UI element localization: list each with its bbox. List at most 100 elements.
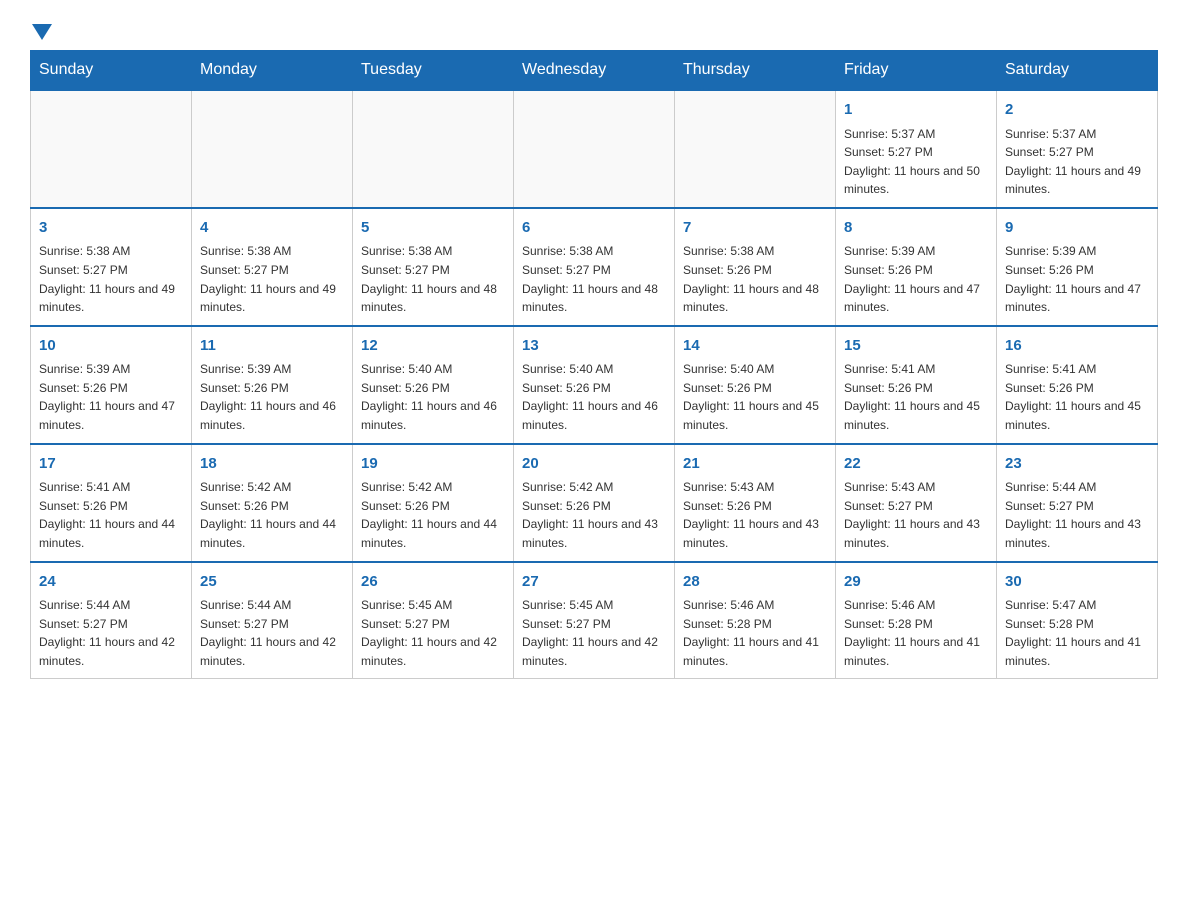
day-number: 23 — [1005, 453, 1149, 476]
week-row-2: 3Sunrise: 5:38 AMSunset: 5:27 PMDaylight… — [31, 208, 1158, 326]
day-info: Sunrise: 5:47 AMSunset: 5:28 PMDaylight:… — [1005, 596, 1149, 670]
calendar-cell — [514, 90, 675, 208]
calendar-cell: 16Sunrise: 5:41 AMSunset: 5:26 PMDayligh… — [997, 326, 1158, 444]
calendar-cell: 3Sunrise: 5:38 AMSunset: 5:27 PMDaylight… — [31, 208, 192, 326]
day-number: 14 — [683, 335, 827, 358]
day-number: 3 — [39, 217, 183, 240]
day-info: Sunrise: 5:37 AMSunset: 5:27 PMDaylight:… — [844, 125, 988, 199]
day-info: Sunrise: 5:38 AMSunset: 5:27 PMDaylight:… — [39, 242, 183, 316]
calendar-header-row: SundayMondayTuesdayWednesdayThursdayFrid… — [31, 51, 1158, 91]
day-number: 25 — [200, 571, 344, 594]
day-info: Sunrise: 5:41 AMSunset: 5:26 PMDaylight:… — [39, 478, 183, 552]
day-info: Sunrise: 5:45 AMSunset: 5:27 PMDaylight:… — [361, 596, 505, 670]
day-info: Sunrise: 5:40 AMSunset: 5:26 PMDaylight:… — [361, 360, 505, 434]
page-header — [30, 20, 1158, 40]
calendar-cell: 14Sunrise: 5:40 AMSunset: 5:26 PMDayligh… — [675, 326, 836, 444]
day-number: 22 — [844, 453, 988, 476]
calendar-cell: 27Sunrise: 5:45 AMSunset: 5:27 PMDayligh… — [514, 562, 675, 679]
week-row-4: 17Sunrise: 5:41 AMSunset: 5:26 PMDayligh… — [31, 444, 1158, 562]
logo-triangle-icon — [32, 24, 52, 40]
calendar-cell: 17Sunrise: 5:41 AMSunset: 5:26 PMDayligh… — [31, 444, 192, 562]
day-number: 27 — [522, 571, 666, 594]
calendar-cell: 9Sunrise: 5:39 AMSunset: 5:26 PMDaylight… — [997, 208, 1158, 326]
day-number: 12 — [361, 335, 505, 358]
calendar-cell: 11Sunrise: 5:39 AMSunset: 5:26 PMDayligh… — [192, 326, 353, 444]
calendar-cell: 10Sunrise: 5:39 AMSunset: 5:26 PMDayligh… — [31, 326, 192, 444]
day-info: Sunrise: 5:44 AMSunset: 5:27 PMDaylight:… — [200, 596, 344, 670]
day-info: Sunrise: 5:38 AMSunset: 5:27 PMDaylight:… — [200, 242, 344, 316]
day-info: Sunrise: 5:46 AMSunset: 5:28 PMDaylight:… — [844, 596, 988, 670]
day-number: 26 — [361, 571, 505, 594]
day-number: 10 — [39, 335, 183, 358]
day-info: Sunrise: 5:38 AMSunset: 5:26 PMDaylight:… — [683, 242, 827, 316]
day-info: Sunrise: 5:39 AMSunset: 5:26 PMDaylight:… — [39, 360, 183, 434]
calendar-cell: 25Sunrise: 5:44 AMSunset: 5:27 PMDayligh… — [192, 562, 353, 679]
calendar-cell — [192, 90, 353, 208]
day-number: 13 — [522, 335, 666, 358]
day-info: Sunrise: 5:43 AMSunset: 5:27 PMDaylight:… — [844, 478, 988, 552]
calendar-cell: 30Sunrise: 5:47 AMSunset: 5:28 PMDayligh… — [997, 562, 1158, 679]
day-number: 15 — [844, 335, 988, 358]
column-header-friday: Friday — [836, 51, 997, 91]
day-info: Sunrise: 5:38 AMSunset: 5:27 PMDaylight:… — [361, 242, 505, 316]
day-number: 11 — [200, 335, 344, 358]
day-info: Sunrise: 5:40 AMSunset: 5:26 PMDaylight:… — [683, 360, 827, 434]
calendar-cell: 24Sunrise: 5:44 AMSunset: 5:27 PMDayligh… — [31, 562, 192, 679]
calendar-cell — [31, 90, 192, 208]
day-number: 20 — [522, 453, 666, 476]
day-number: 16 — [1005, 335, 1149, 358]
calendar-cell: 18Sunrise: 5:42 AMSunset: 5:26 PMDayligh… — [192, 444, 353, 562]
day-info: Sunrise: 5:45 AMSunset: 5:27 PMDaylight:… — [522, 596, 666, 670]
calendar-cell: 21Sunrise: 5:43 AMSunset: 5:26 PMDayligh… — [675, 444, 836, 562]
calendar-cell: 23Sunrise: 5:44 AMSunset: 5:27 PMDayligh… — [997, 444, 1158, 562]
calendar-cell: 26Sunrise: 5:45 AMSunset: 5:27 PMDayligh… — [353, 562, 514, 679]
day-info: Sunrise: 5:43 AMSunset: 5:26 PMDaylight:… — [683, 478, 827, 552]
calendar-cell: 5Sunrise: 5:38 AMSunset: 5:27 PMDaylight… — [353, 208, 514, 326]
day-info: Sunrise: 5:42 AMSunset: 5:26 PMDaylight:… — [361, 478, 505, 552]
calendar-cell: 13Sunrise: 5:40 AMSunset: 5:26 PMDayligh… — [514, 326, 675, 444]
day-info: Sunrise: 5:42 AMSunset: 5:26 PMDaylight:… — [200, 478, 344, 552]
day-info: Sunrise: 5:40 AMSunset: 5:26 PMDaylight:… — [522, 360, 666, 434]
day-number: 4 — [200, 217, 344, 240]
calendar-cell: 20Sunrise: 5:42 AMSunset: 5:26 PMDayligh… — [514, 444, 675, 562]
day-info: Sunrise: 5:42 AMSunset: 5:26 PMDaylight:… — [522, 478, 666, 552]
calendar-cell — [675, 90, 836, 208]
calendar-cell: 8Sunrise: 5:39 AMSunset: 5:26 PMDaylight… — [836, 208, 997, 326]
day-number: 17 — [39, 453, 183, 476]
calendar-cell: 2Sunrise: 5:37 AMSunset: 5:27 PMDaylight… — [997, 90, 1158, 208]
day-number: 9 — [1005, 217, 1149, 240]
calendar-cell: 4Sunrise: 5:38 AMSunset: 5:27 PMDaylight… — [192, 208, 353, 326]
day-info: Sunrise: 5:39 AMSunset: 5:26 PMDaylight:… — [844, 242, 988, 316]
day-number: 21 — [683, 453, 827, 476]
column-header-sunday: Sunday — [31, 51, 192, 91]
day-number: 8 — [844, 217, 988, 240]
calendar-cell — [353, 90, 514, 208]
day-number: 1 — [844, 99, 988, 122]
day-info: Sunrise: 5:44 AMSunset: 5:27 PMDaylight:… — [39, 596, 183, 670]
calendar-cell: 6Sunrise: 5:38 AMSunset: 5:27 PMDaylight… — [514, 208, 675, 326]
logo — [30, 20, 54, 40]
day-info: Sunrise: 5:44 AMSunset: 5:27 PMDaylight:… — [1005, 478, 1149, 552]
day-info: Sunrise: 5:41 AMSunset: 5:26 PMDaylight:… — [844, 360, 988, 434]
day-number: 5 — [361, 217, 505, 240]
column-header-monday: Monday — [192, 51, 353, 91]
day-info: Sunrise: 5:39 AMSunset: 5:26 PMDaylight:… — [1005, 242, 1149, 316]
week-row-1: 1 Sunrise: 5:37 AMSunset: 5:27 PMDaylight… — [31, 90, 1158, 208]
day-number: 18 — [200, 453, 344, 476]
calendar-cell: 22Sunrise: 5:43 AMSunset: 5:27 PMDayligh… — [836, 444, 997, 562]
day-info: Sunrise: 5:46 AMSunset: 5:28 PMDaylight:… — [683, 596, 827, 670]
day-number: 29 — [844, 571, 988, 594]
calendar-cell: 28Sunrise: 5:46 AMSunset: 5:28 PMDayligh… — [675, 562, 836, 679]
day-number: 28 — [683, 571, 827, 594]
column-header-tuesday: Tuesday — [353, 51, 514, 91]
week-row-5: 24Sunrise: 5:44 AMSunset: 5:27 PMDayligh… — [31, 562, 1158, 679]
calendar-cell: 12Sunrise: 5:40 AMSunset: 5:26 PMDayligh… — [353, 326, 514, 444]
column-header-saturday: Saturday — [997, 51, 1158, 91]
calendar-cell: 1 Sunrise: 5:37 AMSunset: 5:27 PMDaylight… — [836, 90, 997, 208]
calendar-table: SundayMondayTuesdayWednesdayThursdayFrid… — [30, 50, 1158, 679]
day-info: Sunrise: 5:38 AMSunset: 5:27 PMDaylight:… — [522, 242, 666, 316]
day-number: 7 — [683, 217, 827, 240]
calendar-cell: 7Sunrise: 5:38 AMSunset: 5:26 PMDaylight… — [675, 208, 836, 326]
day-info: Sunrise: 5:37 AMSunset: 5:27 PMDaylight:… — [1005, 125, 1149, 199]
day-info: Sunrise: 5:41 AMSunset: 5:26 PMDaylight:… — [1005, 360, 1149, 434]
